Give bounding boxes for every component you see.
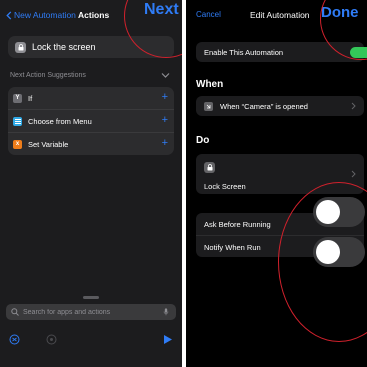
enable-automation-toggle[interactable]	[350, 47, 367, 58]
next-button[interactable]: Next	[144, 1, 179, 19]
chevron-right-icon	[351, 102, 356, 110]
suggestions-header: Next Action Suggestions	[10, 72, 86, 79]
scripting-icon[interactable]	[46, 334, 57, 345]
actions-screen: New Automation Actions Next Lock the scr…	[0, 0, 182, 367]
suggestion-if[interactable]: Y If +	[8, 87, 174, 110]
page-title: Edit Automation	[250, 10, 310, 20]
suggestions-list: Y If + Choose from Menu + x Set Variable…	[8, 87, 174, 155]
back-label: New Automation	[14, 10, 76, 20]
chevron-left-icon	[6, 10, 12, 20]
done-button[interactable]: Done	[321, 4, 359, 21]
enable-automation-row: Enable This Automation	[196, 42, 367, 62]
ask-before-running-toggle[interactable]	[313, 197, 365, 227]
enable-automation-label: Enable This Automation	[204, 47, 284, 57]
selected-action-label: Lock the screen	[32, 42, 96, 52]
selected-action-lock-screen[interactable]: Lock the screen	[8, 36, 174, 58]
search-input[interactable]	[23, 308, 157, 316]
chevron-right-icon	[351, 170, 356, 178]
suggestion-set-variable[interactable]: x Set Variable +	[8, 133, 174, 155]
do-action-card[interactable]: Lock Screen	[196, 154, 364, 194]
variables-icon[interactable]	[9, 334, 20, 345]
camera-app-icon	[204, 101, 213, 111]
variable-icon: x	[13, 139, 22, 149]
add-icon[interactable]: +	[162, 137, 168, 149]
lock-icon	[15, 41, 26, 53]
notify-when-run-toggle[interactable]	[313, 237, 365, 267]
add-icon[interactable]: +	[162, 114, 168, 126]
play-icon[interactable]	[162, 334, 173, 345]
suggestion-label: Set Variable	[28, 139, 69, 149]
chevron-down-icon[interactable]	[161, 72, 170, 79]
when-trigger-label: When “Camera” is opened	[220, 101, 308, 111]
page-title: Actions	[78, 10, 110, 20]
if-icon: Y	[13, 93, 22, 103]
when-header: When	[196, 79, 224, 90]
suggestion-choose-from-menu[interactable]: Choose from Menu +	[8, 110, 174, 133]
lock-icon	[204, 162, 215, 173]
microphone-icon[interactable]	[162, 308, 170, 316]
menu-icon	[13, 116, 22, 126]
suggestion-label: If	[28, 93, 33, 103]
cancel-button[interactable]: Cancel	[196, 10, 221, 19]
bottom-toolbar	[0, 326, 182, 356]
notify-when-run-label: Notify When Run	[204, 242, 261, 252]
ask-before-running-label: Ask Before Running	[204, 219, 271, 229]
suggestion-label: Choose from Menu	[28, 116, 92, 126]
sheet-handle[interactable]	[83, 296, 99, 299]
do-action-label: Lock Screen	[204, 182, 246, 191]
edit-automation-screen: Cancel Edit Automation Done Enable This …	[186, 0, 367, 367]
search-icon	[11, 308, 19, 316]
back-button[interactable]: New Automation	[6, 10, 76, 20]
search-bar[interactable]	[6, 304, 176, 320]
toggle-knob	[316, 200, 340, 224]
when-trigger-row[interactable]: When “Camera” is opened	[196, 96, 364, 116]
do-header: Do	[196, 135, 210, 146]
toggle-knob	[316, 240, 340, 264]
add-icon[interactable]: +	[162, 91, 168, 103]
